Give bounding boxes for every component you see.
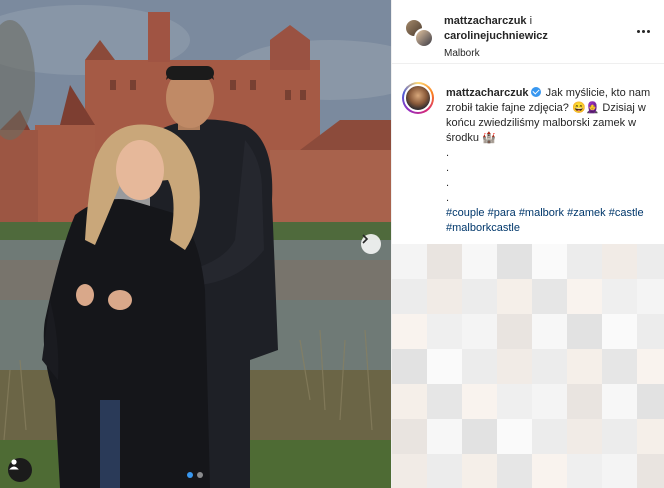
photo-illustration <box>0 0 391 488</box>
pixelated-cell <box>392 279 427 314</box>
username-link[interactable]: mattzacharczuk <box>444 15 527 27</box>
pixelated-cell <box>637 349 664 384</box>
pixelated-cell <box>427 279 462 314</box>
pixelated-cell <box>637 419 664 454</box>
pixelated-cell <box>462 349 497 384</box>
pixelated-cell <box>602 384 637 419</box>
caption-dot: . <box>446 177 450 189</box>
pixelated-cell <box>567 419 602 454</box>
pixelated-cell <box>637 279 664 314</box>
pixelated-cell <box>462 384 497 419</box>
pixelated-cell <box>637 384 664 419</box>
pixelated-cell <box>532 419 567 454</box>
avatar[interactable] <box>414 28 434 48</box>
pixelated-cell <box>497 279 532 314</box>
carousel-dot-1 <box>187 472 193 478</box>
pixelated-cell <box>392 314 427 349</box>
hashtag-list: #couple #para #malbork #zamek #castle #m… <box>446 207 644 234</box>
caption-dot: . <box>446 147 450 159</box>
pixelated-cell <box>602 454 637 488</box>
pixelated-cell <box>532 244 567 279</box>
pixelated-cell <box>392 454 427 488</box>
pixelated-cell <box>427 314 462 349</box>
caption-username[interactable]: mattzacharczuk <box>446 87 529 99</box>
caption-body: mattzacharczuk Jak myślicie, kto nam zro… <box>446 86 660 236</box>
tagged-users-button[interactable] <box>8 458 32 482</box>
hashtag-link[interactable]: #para <box>488 207 516 219</box>
pixelated-cell <box>497 314 532 349</box>
pixelated-cell <box>427 419 462 454</box>
username-conjunction: i <box>529 15 533 27</box>
comments-pixelated-area <box>392 244 664 488</box>
pixelated-cell <box>602 419 637 454</box>
pixelated-cell <box>532 454 567 488</box>
verified-badge-icon <box>530 87 541 97</box>
pixelated-cell <box>567 279 602 314</box>
pixelated-cell <box>392 384 427 419</box>
hashtag-link[interactable]: #zamek <box>567 207 606 219</box>
collab-avatars[interactable] <box>404 18 434 48</box>
pixelated-cell <box>427 244 462 279</box>
hashtag-link[interactable]: #castle <box>609 207 644 219</box>
location-link[interactable]: Malbork <box>444 46 624 61</box>
pixelated-cell <box>427 454 462 488</box>
pixelated-cell <box>567 454 602 488</box>
chevron-right-icon <box>362 234 369 244</box>
pixelated-cell <box>567 384 602 419</box>
pixelated-cell <box>567 314 602 349</box>
pixelated-cell <box>497 419 532 454</box>
pixelated-cell <box>462 419 497 454</box>
pixelated-cell <box>567 244 602 279</box>
avatar[interactable] <box>402 82 434 114</box>
pixelated-cell <box>462 314 497 349</box>
caption-dot: . <box>446 192 450 204</box>
user-tag-icon <box>9 459 19 470</box>
pixelated-cell <box>427 384 462 419</box>
carousel-next-button[interactable] <box>361 234 381 254</box>
hashtag-link[interactable]: #malborkcastle <box>446 222 520 234</box>
post-side-panel: mattzacharczuk i carolinejuchniewicz Mal… <box>391 0 664 488</box>
pixelated-cell <box>392 349 427 384</box>
pixelated-cell <box>392 244 427 279</box>
pixelated-cell <box>532 349 567 384</box>
pixelated-cell <box>462 279 497 314</box>
pixelated-cell <box>462 244 497 279</box>
pixelated-cell <box>602 314 637 349</box>
pixelated-cell <box>532 384 567 419</box>
post-photo[interactable] <box>0 0 391 488</box>
pixelated-cell <box>567 349 602 384</box>
more-options-icon[interactable] <box>635 26 651 36</box>
collab-usernames: mattzacharczuk i carolinejuchniewicz <box>444 14 624 44</box>
pixelated-cell <box>532 314 567 349</box>
pixelated-cell <box>427 349 462 384</box>
pixelated-cell <box>532 279 567 314</box>
pixelated-cell <box>497 349 532 384</box>
pixelated-cell <box>497 454 532 488</box>
pixelated-cell <box>637 314 664 349</box>
carousel-dot-2 <box>197 472 203 478</box>
pixelated-cell <box>602 279 637 314</box>
hashtag-link[interactable]: #couple <box>446 207 485 219</box>
post-header: mattzacharczuk i carolinejuchniewicz Mal… <box>392 0 664 64</box>
pixelated-cell <box>497 244 532 279</box>
pixelated-cell <box>602 349 637 384</box>
pixelated-cell <box>602 244 637 279</box>
carousel-indicator <box>187 472 203 478</box>
caption-dot: . <box>446 162 450 174</box>
pixelated-cell <box>462 454 497 488</box>
pixelated-cell <box>637 454 664 488</box>
pixelated-cell <box>497 384 532 419</box>
hashtag-link[interactable]: #malbork <box>519 207 564 219</box>
post-header-text: mattzacharczuk i carolinejuchniewicz Mal… <box>444 14 624 61</box>
username-link[interactable]: carolinejuchniewicz <box>444 30 548 42</box>
pixelated-cell <box>392 419 427 454</box>
pixelated-cell <box>637 244 664 279</box>
